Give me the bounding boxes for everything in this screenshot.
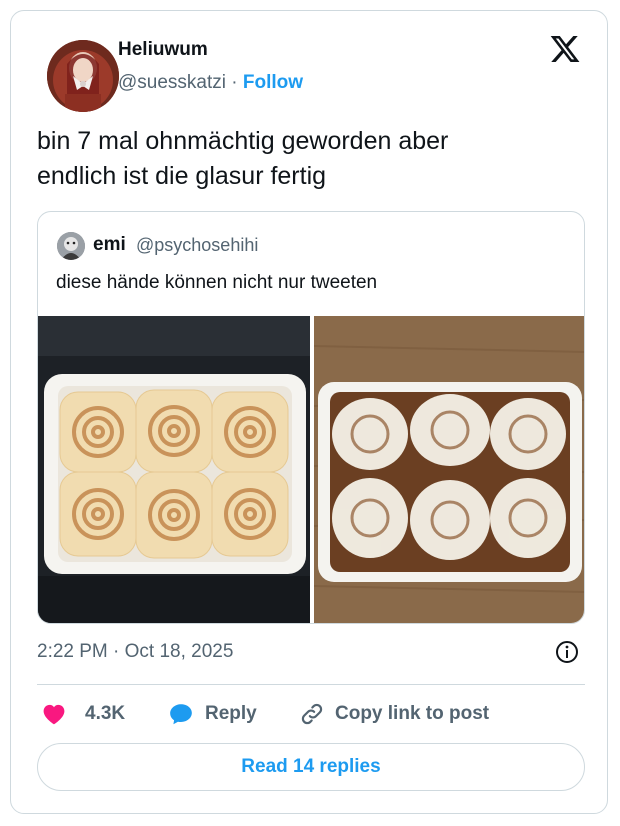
like-button[interactable]: 4.3K [41,699,125,729]
divider [37,684,585,685]
handle-separator: · [226,72,243,93]
quoted-author-name[interactable]: emi [93,234,126,256]
author-handle[interactable]: @suesskatzi [118,72,226,93]
copy-link-label: Copy link to post [335,703,490,724]
info-icon[interactable] [555,640,579,664]
copy-link-button[interactable]: Copy link to post [299,699,489,729]
tweet-text: bin 7 mal ohnmächtig geworden aber endli… [37,124,577,194]
tweet-text-line-1: bin 7 mal ohnmächtig geworden aber [37,127,449,155]
read-replies-button[interactable]: Read 14 replies [37,743,585,791]
tweet-card: Heliuwum @suesskatzi · Follow bin 7 mal … [10,10,608,814]
quoted-author-avatar[interactable] [57,232,85,260]
reply-label: Reply [205,703,257,724]
quoted-tweet-text: diese hände können nicht nur tweeten [56,272,378,293]
author-name[interactable]: Heliuwum [118,39,208,61]
tweet-timestamp[interactable]: 2:22 PM · Oct 18, 2025 [37,641,233,663]
x-logo-icon[interactable] [549,33,581,65]
reply-button[interactable]: Reply [167,699,257,729]
quoted-image-glazed-rolls[interactable] [314,316,584,623]
quoted-author-handle[interactable]: @psychosehihi [136,235,258,256]
quoted-tweet[interactable]: emi @psychosehihi diese hände können nic… [37,211,585,624]
author-handle-row: @suesskatzi · Follow [118,72,303,94]
author-avatar[interactable] [47,40,119,112]
reply-bubble-icon [170,704,192,725]
tweet-text-line-2: endlich ist die glasur fertig [37,162,327,190]
follow-button[interactable]: Follow [243,72,303,93]
link-icon [301,703,323,725]
heart-icon [43,704,65,725]
like-count: 4.3K [85,703,126,724]
quoted-image-unbaked-rolls[interactable] [38,316,310,623]
